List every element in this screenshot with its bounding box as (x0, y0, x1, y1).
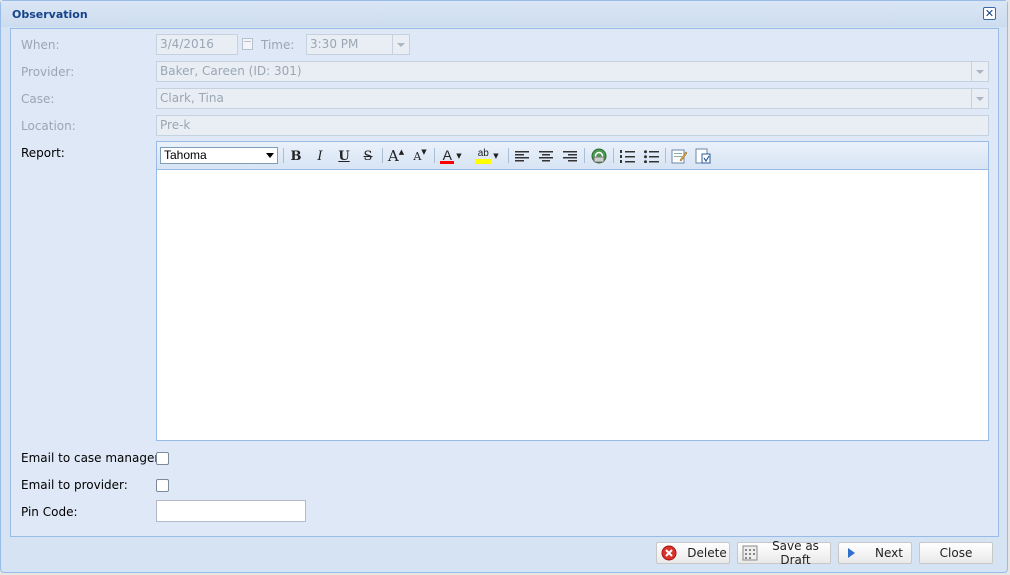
dialog-titlebar[interactable]: Observation ✕ (1, 1, 1007, 27)
source-edit-button[interactable] (669, 147, 689, 165)
source-edit-icon (671, 149, 687, 164)
close-label: Close (939, 546, 973, 560)
paste-button[interactable] (693, 147, 713, 165)
calendar-icon[interactable] (242, 38, 253, 50)
increase-font-icon: A (387, 147, 399, 165)
pin-code-label: Pin Code: (21, 505, 78, 519)
ordered-list-button[interactable] (617, 147, 637, 165)
next-label: Next (875, 546, 903, 560)
highlight-icon: ab (475, 148, 492, 164)
when-date-field[interactable]: 3/4/2016 (156, 34, 238, 55)
email-provider-label: Email to provider: (21, 478, 128, 492)
email-case-manager-label: Email to case manager: (21, 451, 164, 465)
dialog-body: When: 3/4/2016 Time: 3:30 PM Provider: B… (10, 28, 999, 537)
delete-icon (661, 545, 677, 561)
email-provider-checkbox[interactable] (156, 479, 169, 492)
paste-icon (695, 148, 711, 164)
ordered-list-icon (619, 149, 635, 163)
strikethrough-button[interactable]: S (358, 147, 378, 165)
toolbar-separator (283, 148, 284, 163)
font-family-select[interactable]: Tahoma (160, 147, 278, 164)
align-center-button[interactable] (536, 147, 556, 165)
when-label: When: (21, 38, 60, 52)
font-color-letter: A (442, 146, 452, 163)
dialog-title: Observation (12, 8, 88, 21)
link-icon (591, 148, 607, 164)
toolbar-separator (613, 148, 614, 163)
toolbar-separator (382, 148, 383, 163)
report-label: Report: (21, 146, 65, 160)
pin-code-input[interactable] (156, 500, 306, 522)
toolbar-separator (434, 148, 435, 163)
observation-dialog: Observation ✕ When: 3/4/2016 Time: 3:30 … (0, 0, 1008, 573)
report-text-area[interactable] (157, 170, 988, 440)
case-value: Clark, Tina (160, 91, 224, 105)
email-case-manager-checkbox[interactable] (156, 452, 169, 465)
save-as-draft-button[interactable]: Save as Draft (737, 539, 831, 567)
provider-dropdown-trigger[interactable] (971, 62, 988, 81)
arrow-right-icon (848, 548, 855, 558)
delete-button[interactable]: Delete (656, 542, 730, 564)
caret-up-icon: ▲ (398, 148, 405, 156)
align-left-icon (515, 151, 529, 162)
close-button[interactable]: Close (919, 542, 993, 564)
underline-button[interactable]: U (334, 147, 354, 165)
time-dropdown-trigger[interactable] (392, 35, 409, 54)
when-date-value: 3/4/2016 (160, 37, 214, 51)
increase-font-button[interactable]: A ▲ (386, 147, 406, 165)
highlight-letters: ab (477, 148, 489, 159)
toolbar-separator (508, 148, 509, 163)
align-right-icon (563, 151, 577, 162)
bold-button[interactable]: B (286, 147, 306, 165)
italic-icon: I (317, 148, 323, 164)
location-value: Pre-k (160, 118, 191, 132)
save-as-draft-label: Save as Draft (772, 539, 819, 567)
provider-label: Provider: (21, 65, 75, 79)
strikethrough-icon: S (363, 148, 373, 164)
chevron-down-icon (976, 96, 984, 101)
toolbar-separator (584, 148, 585, 163)
location-field[interactable]: Pre-k (156, 115, 989, 136)
font-family-value: Tahoma (164, 148, 207, 162)
case-label: Case: (21, 92, 55, 106)
location-label: Location: (21, 119, 76, 133)
highlight-button[interactable]: ab ▼ (473, 147, 501, 165)
provider-combo[interactable]: Baker, Careen (ID: 301) (156, 61, 989, 82)
chevron-down-icon (976, 69, 984, 74)
align-center-icon (539, 151, 553, 162)
chevron-down-icon: ▼ (456, 152, 462, 160)
unordered-list-icon (643, 149, 659, 163)
decrease-font-icon: A (413, 149, 422, 163)
chevron-down-icon (266, 153, 274, 158)
time-value: 3:30 PM (310, 37, 359, 51)
underline-icon: U (338, 148, 350, 164)
unordered-list-button[interactable] (641, 147, 661, 165)
time-combo[interactable]: 3:30 PM (306, 34, 410, 55)
bold-icon: B (290, 148, 302, 164)
provider-value: Baker, Careen (ID: 301) (160, 64, 302, 78)
report-editor: Tahoma B I U S A ▲ A ▼ A ▼ ab ▼ (156, 141, 989, 441)
close-icon[interactable]: ✕ (983, 7, 996, 20)
chevron-down-icon: ▼ (493, 152, 499, 160)
highlight-swatch (475, 159, 492, 164)
time-label: Time: (261, 38, 295, 52)
font-color-button[interactable]: A ▼ (438, 147, 464, 165)
font-color-icon: A (440, 146, 455, 164)
editor-toolbar: Tahoma B I U S A ▲ A ▼ A ▼ ab ▼ (157, 142, 988, 170)
italic-button[interactable]: I (310, 147, 330, 165)
link-button[interactable] (589, 147, 609, 165)
toolbar-separator (665, 148, 666, 163)
next-button[interactable]: Next (838, 542, 912, 564)
align-left-button[interactable] (512, 147, 532, 165)
font-color-swatch (440, 160, 455, 164)
caret-down-icon: ▼ (421, 148, 427, 156)
delete-label: Delete (687, 546, 727, 560)
chevron-down-icon (397, 42, 405, 47)
align-right-button[interactable] (560, 147, 580, 165)
decrease-font-button[interactable]: A ▼ (410, 147, 430, 165)
draft-icon (742, 545, 758, 561)
case-dropdown-trigger[interactable] (971, 89, 988, 108)
case-combo[interactable]: Clark, Tina (156, 88, 989, 109)
